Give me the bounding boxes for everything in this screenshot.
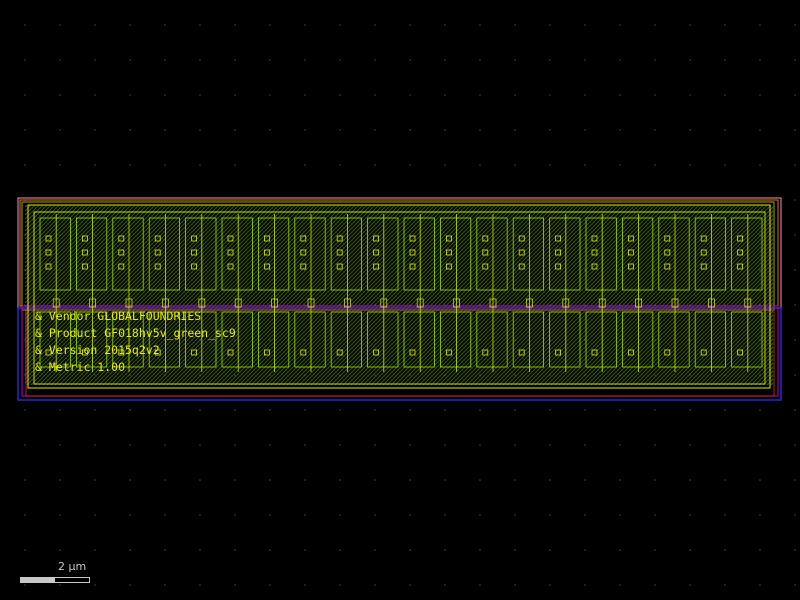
version-label: & Version 2015q2v2 [35, 343, 160, 357]
product-label: & Product GF018hv5v_green_sc9 [35, 326, 236, 340]
scale-bar-line [20, 577, 90, 583]
scale-bar: 2 μm [20, 560, 90, 584]
scale-bar-label: 2 μm [58, 560, 87, 573]
vendor-label: & Vendor GLOBALFOUNDRIES [35, 309, 202, 323]
standard-cell-layout [17, 197, 782, 401]
layout-canvas[interactable] [0, 0, 800, 600]
cell-hatch-fill [25, 205, 773, 385]
metric-label: & Metric 1.00 [35, 360, 126, 374]
